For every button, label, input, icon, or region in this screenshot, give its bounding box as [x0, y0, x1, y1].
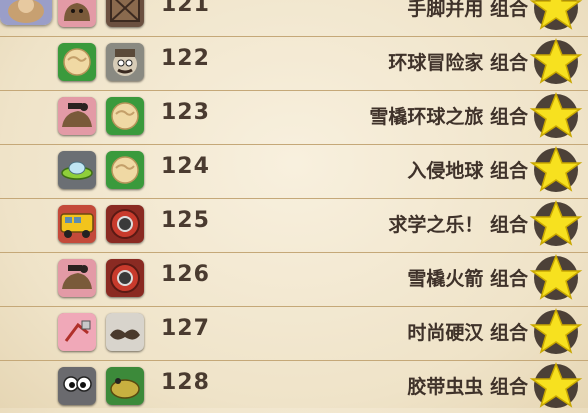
- sled-icon: [58, 97, 96, 135]
- combo-number: 126: [161, 262, 210, 287]
- googly-eyes-creature-icon: [58, 367, 96, 405]
- sled-icon: [58, 259, 96, 297]
- combo-name: 求学之乐！ 组合: [388, 214, 528, 236]
- school-bus-icon: [58, 205, 96, 243]
- combo-number: 127: [161, 316, 210, 341]
- combo-name: 胶带虫虫 组合: [407, 376, 528, 398]
- pink-toolkit-icon: [58, 313, 96, 351]
- globe-icon: [106, 151, 144, 189]
- star-icon: [528, 146, 584, 194]
- combo-row[interactable]: 126 雪橇火箭 组合: [0, 251, 588, 305]
- wooden-crate-icon: [106, 0, 144, 27]
- star-icon: [528, 0, 584, 32]
- rocket-capsule-icon: [106, 205, 144, 243]
- combo-row[interactable]: 128 胶带虫虫 组合: [0, 359, 588, 413]
- combo-row[interactable]: 121 手脚并用 组合: [0, 0, 588, 35]
- mustache-icon: [106, 313, 144, 351]
- star-icon: [528, 254, 584, 302]
- combo-name: 手脚并用 组合: [407, 0, 528, 20]
- combo-name: 环球冒险家 组合: [388, 52, 528, 74]
- sack-with-face-icon: [58, 0, 96, 27]
- combo-name: 雪橇环球之旅 组合: [369, 106, 528, 128]
- combo-number: 123: [161, 100, 210, 125]
- star-icon: [528, 92, 584, 140]
- globe-icon: [106, 97, 144, 135]
- combo-row[interactable]: 122 环球冒险家 组合: [0, 35, 588, 89]
- combo-number: 128: [161, 370, 210, 395]
- combo-row[interactable]: 124 入侵地球 组合: [0, 143, 588, 197]
- combo-number: 124: [161, 154, 210, 179]
- combo-name: 入侵地球 组合: [407, 160, 528, 182]
- combo-row[interactable]: 125 求学之乐！ 组合: [0, 197, 588, 251]
- combo-name: 时尚硬汉 组合: [407, 322, 528, 344]
- ufo-icon: [58, 151, 96, 189]
- star-icon: [528, 362, 584, 410]
- combo-number: 121: [161, 0, 210, 17]
- explorer-character-icon: [106, 43, 144, 81]
- globe-icon: [58, 43, 96, 81]
- combo-row[interactable]: 123 雪橇环球之旅 组合: [0, 89, 588, 143]
- combo-number: 122: [161, 46, 210, 71]
- star-icon: [528, 38, 584, 86]
- star-icon: [528, 308, 584, 356]
- combo-row[interactable]: 127 时尚硬汉 组合: [0, 305, 588, 359]
- combo-name: 雪橇火箭 组合: [407, 268, 528, 290]
- rocket-capsule-icon: [106, 259, 144, 297]
- star-icon: [528, 200, 584, 248]
- combo-number: 125: [161, 208, 210, 233]
- tape-bug-icon: [106, 367, 144, 405]
- combo-list: 121 手脚并用 组合 122 环球冒险家 组合 123 雪橇环球之旅 组合 1…: [0, 0, 588, 413]
